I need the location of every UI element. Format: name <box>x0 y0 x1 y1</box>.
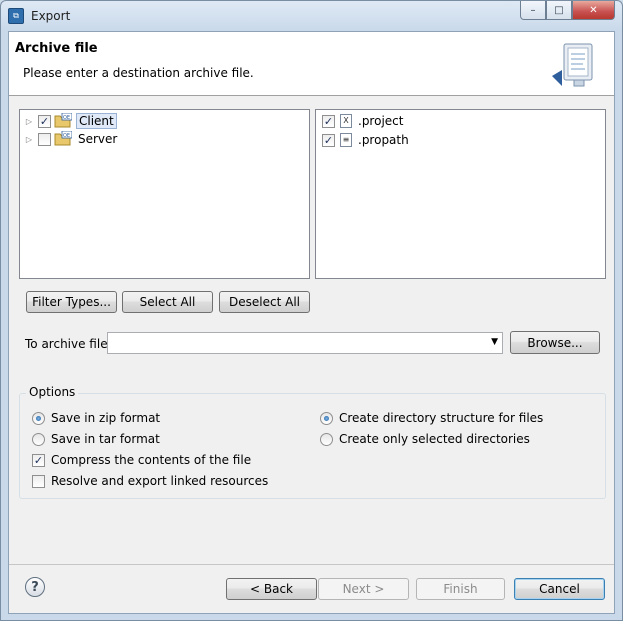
save-tar-label: Save in tar format <box>51 432 160 446</box>
maximize-icon: □ <box>554 4 564 16</box>
title-bar[interactable]: ⧉ Export – □ ✕ <box>1 1 622 31</box>
text-file-icon: ≡ <box>340 133 352 147</box>
cancel-button[interactable]: Cancel <box>514 578 605 600</box>
archive-file-label: To archive file: <box>25 337 112 351</box>
select-all-button[interactable]: Select All <box>122 291 213 313</box>
svg-text:OE: OE <box>63 115 70 121</box>
list-item-label: .propath <box>358 133 409 147</box>
compress-option[interactable]: Compress the contents of the file <box>32 451 251 469</box>
create-structure-option[interactable]: Create directory structure for files <box>320 409 543 427</box>
tree-item-client[interactable]: ▷ OE Client <box>24 112 117 130</box>
dropdown-arrow-icon[interactable]: ▼ <box>491 337 498 347</box>
filter-types-button[interactable]: Filter Types... <box>26 291 117 313</box>
create-selected-radio[interactable] <box>320 432 333 446</box>
finish-button[interactable]: Finish <box>416 578 505 600</box>
expand-arrow-icon[interactable]: ▷ <box>24 134 34 144</box>
tree-item-label: Server <box>78 132 118 146</box>
tree-item-server[interactable]: ▷ OE Server <box>24 130 119 148</box>
create-structure-radio[interactable] <box>320 411 333 425</box>
options-title: Options <box>26 385 79 399</box>
save-zip-option[interactable]: Save in zip format <box>32 409 160 427</box>
back-button[interactable]: < Back <box>226 578 317 600</box>
create-structure-label: Create directory structure for files <box>339 411 544 425</box>
client-checkbox[interactable] <box>38 114 51 128</box>
openedge-project-icon: OE <box>54 113 72 128</box>
list-item-project[interactable]: X .project <box>322 112 405 130</box>
svg-text:OE: OE <box>63 133 70 139</box>
footer-separator <box>9 564 614 565</box>
list-item-label: .project <box>358 114 404 128</box>
compress-checkbox[interactable] <box>32 453 45 467</box>
options-group: Options Save in zip format Save in tar f… <box>19 385 606 499</box>
window-title: Export <box>31 9 71 23</box>
minimize-icon: – <box>530 4 536 16</box>
create-selected-label: Create only selected directories <box>339 432 530 446</box>
xml-file-icon: X <box>340 114 352 128</box>
compress-label: Compress the contents of the file <box>51 453 252 467</box>
banner-description: Please enter a destination archive file. <box>23 66 254 80</box>
wizard-banner: Archive file Please enter a destination … <box>9 32 614 96</box>
deselect-all-button[interactable]: Deselect All <box>219 291 310 313</box>
openedge-project-icon: OE <box>54 131 72 146</box>
propath-checkbox[interactable] <box>322 133 335 147</box>
archive-file-combo[interactable]: ▼ <box>107 332 503 354</box>
browse-button[interactable]: Browse... <box>510 331 600 354</box>
tree-item-label: Client <box>76 113 117 129</box>
close-button[interactable]: ✕ <box>572 1 615 20</box>
banner-title: Archive file <box>15 41 98 56</box>
minimize-button[interactable]: – <box>520 1 546 20</box>
server-checkbox[interactable] <box>38 132 51 146</box>
export-archive-icon <box>552 43 593 87</box>
dialog-client-area: Archive file Please enter a destination … <box>8 31 615 614</box>
save-tar-option[interactable]: Save in tar format <box>32 430 160 448</box>
resolve-linked-label: Resolve and export linked resources <box>51 474 269 488</box>
maximize-button[interactable]: □ <box>546 1 572 20</box>
project-checkbox[interactable] <box>322 114 335 128</box>
eclipse-export-icon: ⧉ <box>8 8 24 24</box>
help-icon[interactable]: ? <box>25 577 45 597</box>
save-zip-label: Save in zip format <box>51 411 161 425</box>
create-selected-option[interactable]: Create only selected directories <box>320 430 530 448</box>
file-list[interactable]: X .project ≡ .propath <box>315 109 606 279</box>
export-dialog-window: ⧉ Export – □ ✕ Archive file Please enter… <box>0 0 623 621</box>
next-button[interactable]: Next > <box>318 578 409 600</box>
resolve-linked-checkbox[interactable] <box>32 474 45 488</box>
list-item-propath[interactable]: ≡ .propath <box>322 131 411 149</box>
resource-tree[interactable]: ▷ OE Client ▷ OE Server <box>19 109 310 279</box>
save-tar-radio[interactable] <box>32 432 45 446</box>
save-zip-radio[interactable] <box>32 411 45 425</box>
close-icon: ✕ <box>589 4 598 16</box>
resolve-linked-option[interactable]: Resolve and export linked resources <box>32 472 268 490</box>
caption-buttons: – □ ✕ <box>520 1 615 21</box>
expand-arrow-icon[interactable]: ▷ <box>24 116 34 126</box>
